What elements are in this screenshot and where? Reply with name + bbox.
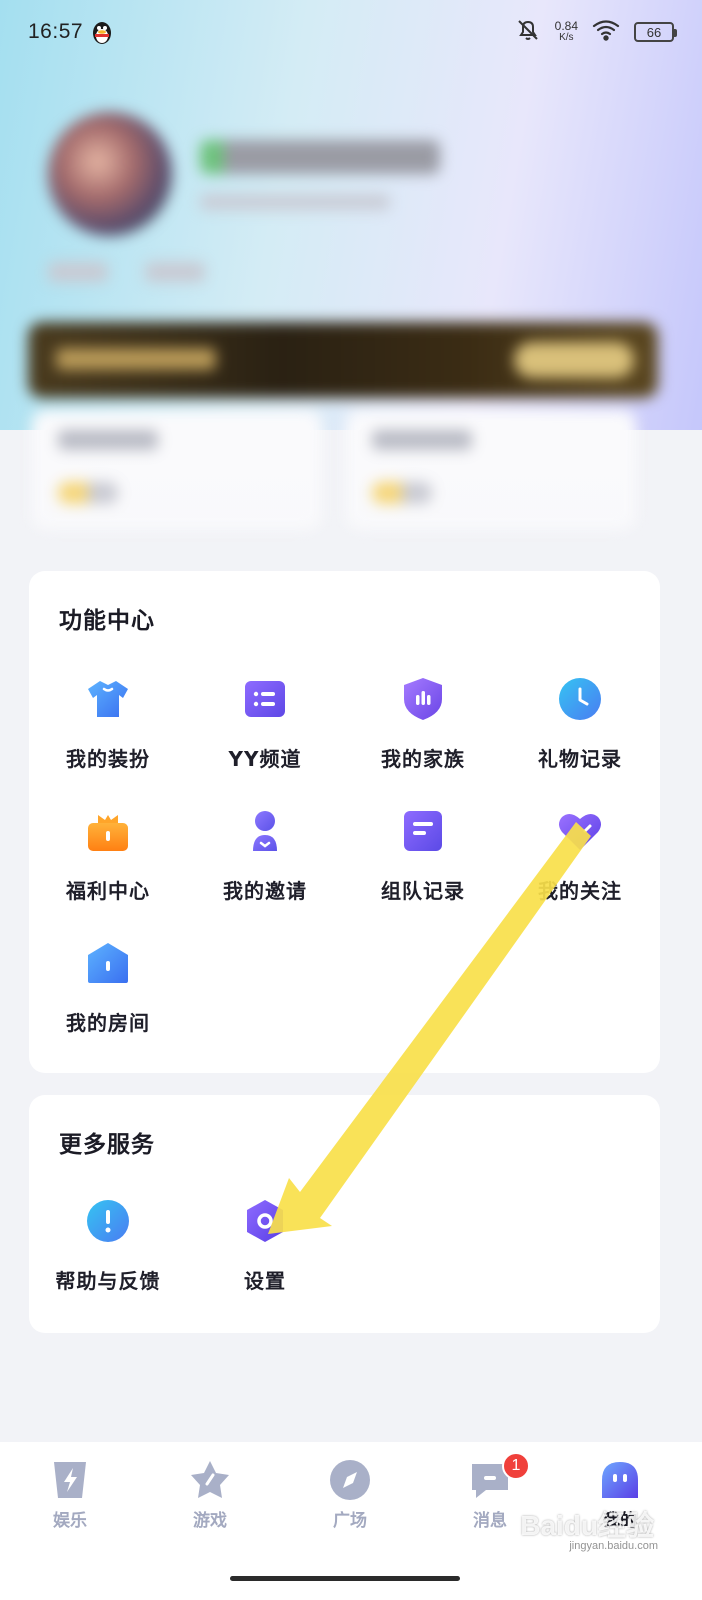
- grid-item-my-family[interactable]: 我的家族: [344, 675, 502, 772]
- team-record-icon: [399, 807, 447, 855]
- grid-item-help-feedback[interactable]: 帮助与反馈: [29, 1197, 187, 1294]
- wifi-icon: [592, 19, 620, 45]
- grid-item-label: 我的家族: [381, 747, 465, 771]
- bell-muted-icon: [515, 17, 541, 47]
- grid-item-settings[interactable]: 设置: [186, 1197, 344, 1294]
- grid-item-my-outfit[interactable]: 我的装扮: [29, 675, 187, 772]
- grid-item-gift-record[interactable]: 礼物记录: [501, 675, 659, 772]
- grid-item-label: 组队记录: [381, 879, 465, 903]
- net-speed-value: 0.84: [554, 19, 578, 33]
- more-services-title: 更多服务: [59, 1132, 155, 1158]
- clock-icon: [556, 675, 604, 723]
- gift-icon: [84, 807, 132, 855]
- settings-hexagon-icon: [241, 1197, 289, 1245]
- compass-icon: [328, 1458, 372, 1502]
- follow-stat-redacted[interactable]: [48, 262, 108, 282]
- grid-item-label: 我的装扮: [66, 747, 150, 771]
- grid-item-label: YY频道: [228, 747, 302, 771]
- grid-item-welfare-center[interactable]: 福利中心: [29, 807, 187, 904]
- nav-tab-games[interactable]: 游戏: [160, 1458, 260, 1531]
- grid-item-my-follow[interactable]: 我的关注: [501, 807, 659, 904]
- qq-penguin-icon: [91, 19, 113, 45]
- vip-banner-redacted[interactable]: [28, 322, 658, 398]
- home-indicator[interactable]: [230, 1576, 460, 1581]
- status-bar: 16:57 0.84 K/s 66: [0, 0, 702, 64]
- star-icon: [188, 1458, 232, 1502]
- grid-item-my-invite[interactable]: 我的邀请: [186, 807, 344, 904]
- function-center-card: 功能中心 我的装扮 YY频道 我的家族 礼物记录 福利中心 我的邀请 组队记录 …: [29, 571, 660, 1073]
- nav-tab-plaza[interactable]: 广场: [300, 1458, 400, 1531]
- status-time: 16:57: [28, 20, 84, 43]
- nav-label: 广场: [333, 1511, 367, 1531]
- network-speed: 0.84 K/s: [555, 20, 578, 44]
- help-exclamation-icon: [84, 1197, 132, 1245]
- nav-label: 游戏: [193, 1511, 227, 1531]
- more-services-card: 更多服务 帮助与反馈 设置: [29, 1095, 660, 1333]
- lightning-icon: [48, 1458, 92, 1502]
- grid-item-my-room[interactable]: 我的房间: [29, 939, 187, 1036]
- hero-fade: [0, 430, 702, 570]
- ghost-profile-icon: [598, 1458, 642, 1502]
- grid-item-label: 设置: [244, 1269, 286, 1293]
- avatar[interactable]: [48, 112, 172, 236]
- grid-item-label: 礼物记录: [538, 747, 622, 771]
- grid-item-team-record[interactable]: 组队记录: [344, 807, 502, 904]
- shirt-icon: [84, 675, 132, 723]
- message-badge: 1: [502, 1452, 530, 1480]
- fans-stat-redacted[interactable]: [145, 262, 205, 282]
- channel-list-icon: [241, 675, 289, 723]
- nav-label: 娱乐: [53, 1511, 87, 1531]
- house-icon: [84, 939, 132, 987]
- family-shield-icon: [399, 675, 447, 723]
- nav-label: 消息: [473, 1511, 507, 1531]
- heart-icon: [556, 807, 604, 855]
- watermark-url: jingyan.baidu.com: [569, 1540, 658, 1552]
- nav-tab-entertainment[interactable]: 娱乐: [20, 1458, 120, 1531]
- watermark: Baidu经验: [520, 1510, 654, 1541]
- grid-item-label: 我的关注: [538, 879, 622, 903]
- username-redacted: [200, 140, 440, 174]
- user-id-redacted: [200, 194, 390, 210]
- battery-indicator: 66: [634, 22, 677, 42]
- invite-person-icon: [241, 807, 289, 855]
- grid-item-yy-channel[interactable]: YY频道: [186, 675, 344, 772]
- grid-item-label: 我的房间: [66, 1011, 150, 1035]
- function-center-title: 功能中心: [59, 608, 155, 634]
- grid-item-label: 我的邀请: [223, 879, 307, 903]
- grid-item-label: 帮助与反馈: [55, 1269, 161, 1293]
- net-speed-unit: K/s: [559, 32, 574, 43]
- grid-item-label: 福利中心: [66, 879, 150, 903]
